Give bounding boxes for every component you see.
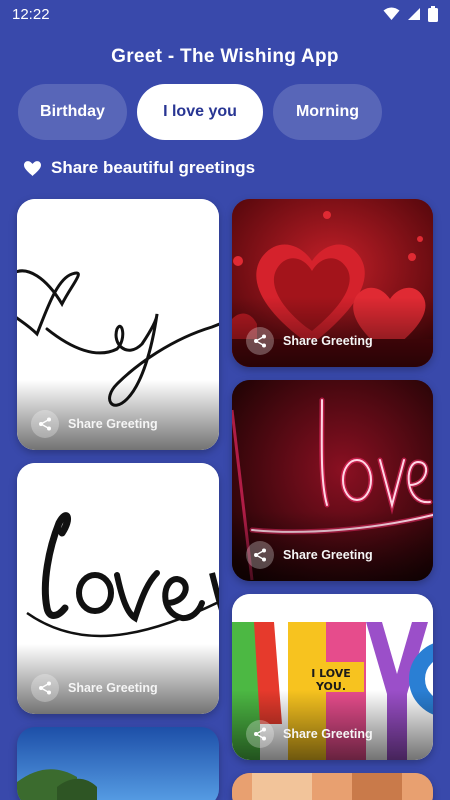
- share-button[interactable]: [246, 541, 274, 569]
- share-greeting-label: Share Greeting: [283, 548, 373, 562]
- tab-morning[interactable]: Morning: [273, 84, 382, 140]
- share-greeting[interactable]: Share Greeting: [246, 720, 373, 748]
- tagline: Share beautiful greetings: [24, 158, 255, 178]
- share-greeting-label: Share Greeting: [68, 681, 158, 695]
- share-greeting-label: Share Greeting: [68, 417, 158, 431]
- signal-icon: [408, 8, 420, 20]
- share-icon: [254, 727, 266, 741]
- share-button[interactable]: [31, 410, 59, 438]
- greeting-image: [17, 727, 219, 800]
- status-time: 12:22: [12, 5, 50, 23]
- share-greeting[interactable]: Share Greeting: [31, 410, 158, 438]
- share-icon: [39, 681, 51, 695]
- status-bar: 12:22: [0, 0, 450, 28]
- wifi-icon: [383, 7, 400, 20]
- greeting-card[interactable]: [232, 773, 433, 800]
- share-greeting[interactable]: Share Greeting: [246, 327, 373, 355]
- share-button[interactable]: [246, 720, 274, 748]
- tagline-text: Share beautiful greetings: [51, 158, 256, 177]
- tab-i-love-you[interactable]: I love you: [137, 84, 263, 140]
- tab-birthday[interactable]: Birthday: [18, 84, 127, 140]
- greeting-card[interactable]: Share Greeting: [17, 199, 219, 450]
- greeting-card[interactable]: [17, 727, 219, 800]
- share-greeting[interactable]: Share Greeting: [31, 674, 158, 702]
- greeting-card[interactable]: Share Greeting: [232, 380, 433, 581]
- status-icons: [383, 6, 438, 22]
- greeting-card[interactable]: I LOVE YOU. Share Greeting: [232, 594, 433, 760]
- share-greeting-label: Share Greeting: [283, 334, 373, 348]
- greeting-card[interactable]: Share Greeting: [232, 199, 433, 367]
- battery-icon: [428, 6, 438, 22]
- share-button[interactable]: [31, 674, 59, 702]
- greeting-image: [232, 773, 433, 800]
- app-title: Greet - The Wishing App: [111, 46, 339, 67]
- share-icon: [254, 334, 266, 348]
- share-button[interactable]: [246, 327, 274, 355]
- greeting-card[interactable]: Share Greeting: [17, 463, 219, 714]
- heart-icon: [24, 160, 41, 176]
- share-greeting-label: Share Greeting: [283, 727, 373, 741]
- share-icon: [39, 417, 51, 431]
- share-greeting[interactable]: Share Greeting: [246, 541, 373, 569]
- share-icon: [254, 548, 266, 562]
